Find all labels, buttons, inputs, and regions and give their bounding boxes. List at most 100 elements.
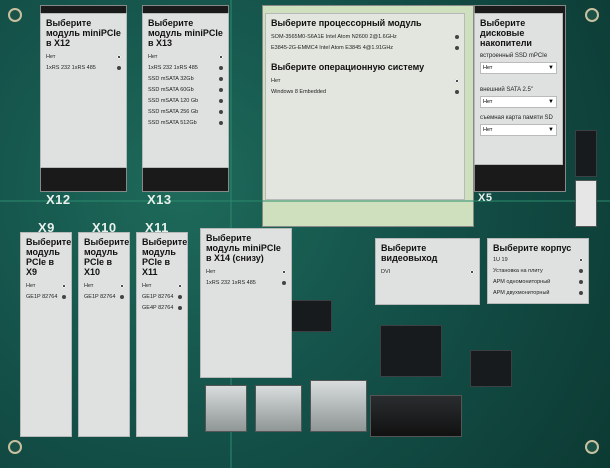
select-disk-sata[interactable]: Нет ▼ <box>480 96 557 108</box>
option-case-arm1[interactable]: АРМ одномониторный <box>493 277 583 288</box>
radio-icon[interactable] <box>579 291 583 295</box>
dropdown-arrow-icon: ▼ <box>548 127 554 133</box>
option-label: SSD mSATA 120 Gb <box>148 98 199 104</box>
option-label: 1U 19 <box>493 257 508 263</box>
radio-icon[interactable] <box>62 284 66 288</box>
option-x13-ssd512[interactable]: SSD mSATA 512Gb <box>148 118 223 129</box>
radio-icon[interactable] <box>219 55 223 59</box>
power-connector <box>575 180 597 227</box>
option-label: DVI <box>381 269 391 275</box>
panel-os-title: Выберите операционную систему <box>271 62 425 72</box>
option-label: Нет <box>271 78 281 84</box>
option-label: SSD mSATA 256 Gb <box>148 109 199 115</box>
option-x13-ssd256[interactable]: SSD mSATA 256 Gb <box>148 107 223 118</box>
option-label: Нет <box>26 283 36 289</box>
mount-hole <box>585 440 599 454</box>
option-x13-ssd60[interactable]: SSD mSATA 60Gb <box>148 85 223 96</box>
panel-cpu: Выберите процессорный модуль SOM-3565M0-… <box>265 13 465 200</box>
option-case-plate[interactable]: Установка на плиту <box>493 266 583 277</box>
radio-icon[interactable] <box>219 110 223 114</box>
panel-x14: Выберите модуль miniPCIe в X14 (снизу) Н… <box>200 228 292 378</box>
radio-icon[interactable] <box>62 295 66 299</box>
option-x11-ge1p[interactable]: GE1P 82764 <box>142 292 182 303</box>
panel-x9-title: Выберите модуль PCIe в X9 <box>26 237 72 277</box>
radio-icon[interactable] <box>219 99 223 103</box>
panel-x12-title: Выберите модуль miniPCIe в X12 <box>46 18 121 48</box>
option-label: Нет <box>142 283 152 289</box>
option-video-dvi[interactable]: DVI <box>381 267 474 278</box>
option-x14-rs[interactable]: 1xRS 232 1xRS 485 <box>206 278 286 289</box>
select-disk-mpcie[interactable]: Нет ▼ <box>480 62 557 74</box>
option-x12-none[interactable]: Нет <box>46 52 121 63</box>
option-x9-ge1p[interactable]: GE1P 82764 <box>26 292 66 303</box>
radio-icon[interactable] <box>455 79 459 83</box>
radio-icon[interactable] <box>282 270 286 274</box>
option-x11-ge4p[interactable]: GE4P 82764 <box>142 303 182 314</box>
option-x13-ssd120[interactable]: SSD mSATA 120 Gb <box>148 96 223 107</box>
option-case-arm2[interactable]: АРМ двухмониторный <box>493 288 583 299</box>
label-x12: X12 <box>46 192 71 207</box>
label-x5: X5 <box>478 192 493 204</box>
option-cpu-n2600[interactable]: SOM-3565M0-S6A1E Intel Atom N2600 2@1.6G… <box>271 32 459 43</box>
disk-label: съемная карта памяти SD <box>480 115 553 121</box>
option-x10-none[interactable]: Нет <box>84 281 124 292</box>
option-label: 1xRS 232 1xRS 485 <box>148 65 198 71</box>
ethernet-port <box>310 380 367 432</box>
option-label: GE4P 82764 <box>142 305 174 311</box>
option-x14-none[interactable]: Нет <box>206 267 286 278</box>
radio-icon[interactable] <box>455 35 459 39</box>
option-label: Нет <box>148 54 158 60</box>
radio-icon[interactable] <box>219 88 223 92</box>
option-x13-none[interactable]: Нет <box>148 52 223 63</box>
option-label: Нет <box>84 283 94 289</box>
option-os-win8[interactable]: Windows 8 Embedded <box>271 87 459 98</box>
mount-hole <box>585 8 599 22</box>
chipset <box>290 300 332 332</box>
usb-port <box>205 385 247 432</box>
radio-icon[interactable] <box>178 295 182 299</box>
option-x11-none[interactable]: Нет <box>142 281 182 292</box>
option-os-none[interactable]: Нет <box>271 76 459 87</box>
option-case-1u[interactable]: 1U 19 <box>493 255 583 266</box>
radio-icon[interactable] <box>117 55 121 59</box>
option-x10-ge1p[interactable]: GE1P 82764 <box>84 292 124 303</box>
option-x13-rs[interactable]: 1xRS 232 1xRS 485 <box>148 63 223 74</box>
radio-icon[interactable] <box>579 269 583 273</box>
option-label: SSD mSATA 60Gb <box>148 87 194 93</box>
radio-icon[interactable] <box>219 121 223 125</box>
option-label: Нет <box>206 269 216 275</box>
radio-icon[interactable] <box>178 306 182 310</box>
option-label: GE1P 82764 <box>142 294 174 300</box>
chipset <box>470 350 512 387</box>
option-label: E3845-2G-EMMC4 Intel Atom E3845 4@1.91GH… <box>271 45 394 51</box>
select-value: Нет <box>483 65 493 71</box>
panel-x11-title: Выберите модуль PCIe в X11 <box>142 237 188 277</box>
radio-icon[interactable] <box>117 66 121 70</box>
panel-x9: Выберите модуль PCIe в X9 Нет GE1P 82764 <box>20 232 72 437</box>
option-label: Windows 8 Embedded <box>271 89 327 95</box>
mount-hole <box>8 8 22 22</box>
radio-icon[interactable] <box>219 66 223 70</box>
radio-icon[interactable] <box>455 46 459 50</box>
option-label: GE1P 82764 <box>26 294 58 300</box>
radio-icon[interactable] <box>579 280 583 284</box>
option-cpu-e3845[interactable]: E3845-2G-EMMC4 Intel Atom E3845 4@1.91GH… <box>271 43 459 54</box>
option-label: Нет <box>46 54 56 60</box>
select-disk-sd[interactable]: Нет ▼ <box>480 124 557 136</box>
radio-icon[interactable] <box>455 90 459 94</box>
panel-x13-title: Выберите модуль miniPCIe в X13 <box>148 18 223 48</box>
radio-icon[interactable] <box>120 284 124 288</box>
radio-icon[interactable] <box>178 284 182 288</box>
radio-icon[interactable] <box>219 77 223 81</box>
radio-icon[interactable] <box>282 281 286 285</box>
option-label: SOM-3565M0-S6A1E Intel Atom N2600 2@1.6G… <box>271 34 397 40</box>
option-label: 1xRS 232 1xRS 485 <box>46 65 96 71</box>
option-x13-ssd32[interactable]: SSD mSATA 32Gb <box>148 74 223 85</box>
disk-label: встроенный SSD mPCIe <box>480 53 548 59</box>
radio-icon[interactable] <box>579 258 583 262</box>
radio-icon[interactable] <box>470 270 474 274</box>
radio-icon[interactable] <box>120 295 124 299</box>
option-x9-none[interactable]: Нет <box>26 281 66 292</box>
label-x13: X13 <box>147 192 172 207</box>
option-x12-rs[interactable]: 1xRS 232 1xRS 485 <box>46 63 121 74</box>
